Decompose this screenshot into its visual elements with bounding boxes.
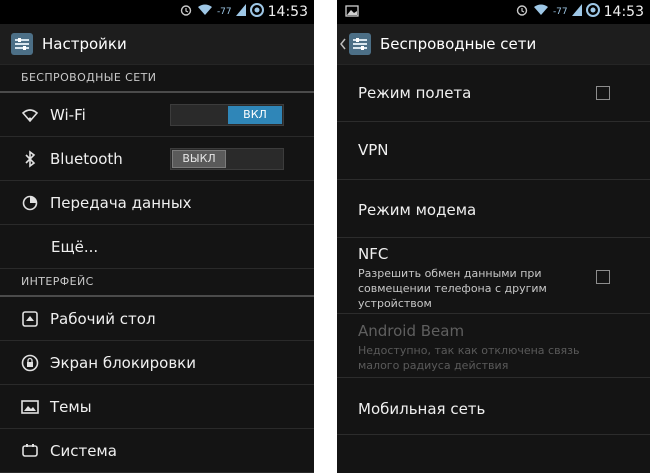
status-bar: -77 14:53 (0, 0, 314, 24)
wifi-icon (20, 105, 40, 125)
settings-item-more[interactable]: Ещё... (0, 225, 314, 269)
signal-strength-text: -77 (552, 7, 568, 17)
gallery-notification-icon (345, 5, 359, 21)
android-beam-item: Android Beam Недоступно, так как отключе… (337, 314, 650, 378)
themes-icon (20, 397, 40, 417)
settings-item-system[interactable]: Система (0, 429, 314, 473)
vpn-item[interactable]: VPN (337, 122, 650, 180)
settings-item-bluetooth[interactable]: Bluetooth ВЫКЛ (0, 137, 314, 181)
action-bar: Настройки (0, 24, 314, 65)
tethering-item[interactable]: Режим модема (337, 180, 650, 238)
item-title: Режим полета (358, 84, 472, 102)
item-title: VPN (358, 141, 389, 159)
item-summary: Разрешить обмен данными при совмещении т… (358, 267, 547, 310)
settings-item-data-usage[interactable]: Передача данных (0, 181, 314, 225)
battery-icon (249, 3, 264, 21)
wifi-signal-icon (533, 4, 549, 20)
wifi-toggle-on: ВКЛ (228, 106, 282, 124)
settings-item-label: Темы (50, 397, 92, 416)
nfc-checkbox[interactable] (596, 270, 610, 284)
settings-item-label: Передача данных (50, 193, 192, 212)
settings-screen: -77 14:53 Настройки БЕСПРОВОДНЫЕ СЕТИ Wi… (0, 0, 314, 473)
bluetooth-icon (20, 149, 40, 169)
item-summary: Недоступно, так как отключена связь мало… (358, 344, 580, 372)
item-title: NFC (358, 245, 389, 263)
wifi-toggle[interactable]: ВКЛ (170, 104, 284, 126)
page-title: Настройки (42, 35, 127, 53)
nfc-item[interactable]: NFC Разрешить обмен данными при совмещен… (337, 238, 650, 314)
home-icon (20, 309, 40, 329)
system-icon (20, 441, 40, 461)
section-interface-header: ИНТЕРФЕЙС (0, 269, 314, 297)
settings-app-icon[interactable] (348, 32, 372, 56)
settings-item-wifi[interactable]: Wi-Fi ВКЛ (0, 93, 314, 137)
settings-item-label: Рабочий стол (50, 309, 156, 328)
battery-icon (585, 3, 600, 21)
clock: 14:53 (603, 4, 644, 20)
wifi-signal-icon (197, 4, 213, 20)
cell-signal-icon (571, 4, 582, 20)
lock-icon (20, 353, 40, 373)
wireless-networks-screen: -77 14:53 Беспроводные сети Режим полета… (337, 0, 650, 473)
mobile-network-item[interactable]: Мобильная сеть (337, 378, 650, 435)
item-title: Режим модема (358, 201, 477, 219)
settings-item-label: Экран блокировки (50, 353, 196, 372)
action-bar: Беспроводные сети (337, 24, 650, 65)
alarm-icon (515, 3, 529, 21)
cell-signal-icon (235, 4, 246, 20)
settings-item-launcher[interactable]: Рабочий стол (0, 297, 314, 341)
settings-item-lockscreen[interactable]: Экран блокировки (0, 341, 314, 385)
alarm-icon (179, 3, 193, 21)
settings-item-label: Bluetooth (50, 149, 123, 168)
item-title: Мобильная сеть (358, 400, 486, 418)
signal-strength-text: -77 (216, 7, 232, 17)
status-bar: -77 14:53 (337, 0, 650, 24)
bluetooth-toggle[interactable]: ВЫКЛ (170, 148, 284, 170)
section-wireless-header: БЕСПРОВОДНЫЕ СЕТИ (0, 65, 314, 93)
back-chevron-icon[interactable] (340, 35, 346, 54)
airplane-mode-checkbox[interactable] (596, 86, 610, 100)
bluetooth-toggle-off: ВЫКЛ (172, 150, 226, 168)
page-title: Беспроводные сети (380, 35, 537, 53)
data-usage-icon (20, 193, 40, 213)
settings-item-label: Wi-Fi (50, 105, 86, 124)
clock: 14:53 (267, 4, 308, 20)
settings-item-label: Система (50, 441, 117, 460)
settings-item-label: Ещё... (51, 237, 99, 256)
settings-app-icon[interactable] (10, 32, 34, 56)
item-title: Android Beam (358, 322, 465, 340)
airplane-mode-item[interactable]: Режим полета (337, 65, 650, 122)
settings-item-themes[interactable]: Темы (0, 385, 314, 429)
